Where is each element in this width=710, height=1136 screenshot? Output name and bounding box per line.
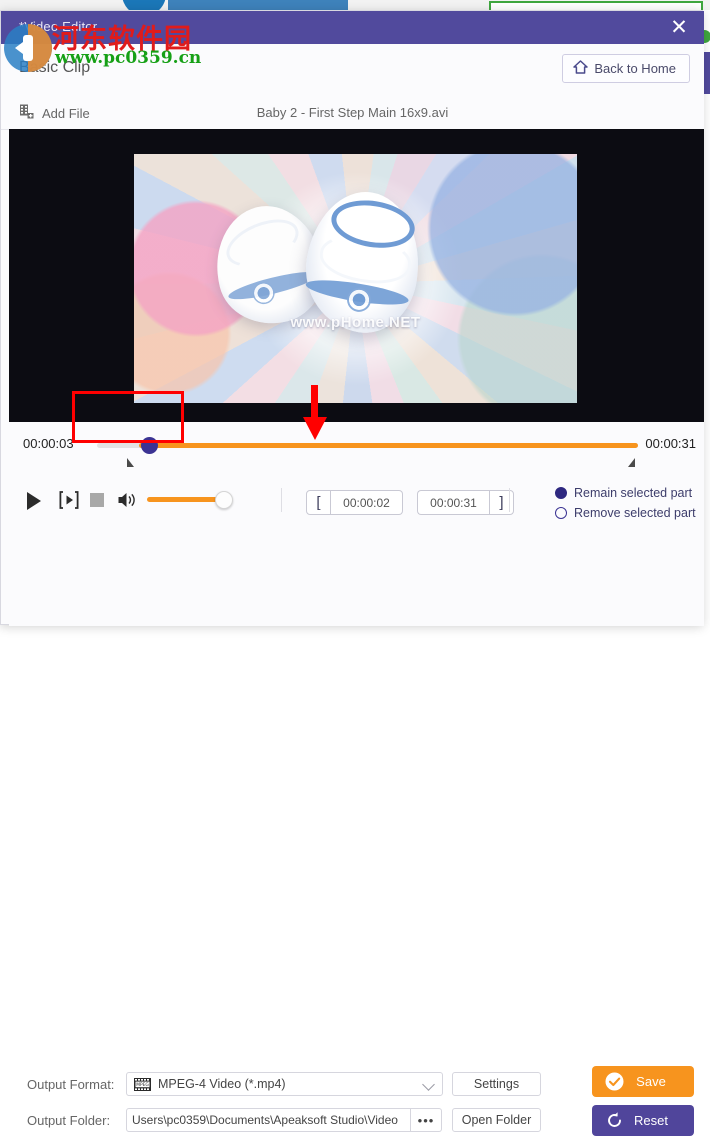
controls-divider-right bbox=[509, 488, 510, 512]
timeline-start-time: 00:00:03 bbox=[23, 436, 74, 451]
video-frame: www.pHome.NET bbox=[134, 154, 577, 403]
check-circle-icon bbox=[605, 1072, 624, 1091]
radio-selected-icon bbox=[555, 487, 567, 499]
svg-text:MPEG: MPEG bbox=[136, 1082, 149, 1088]
video-watermark-text: www.pHome.NET bbox=[290, 314, 421, 331]
file-row: Add File Baby 2 - First Step Main 16x9.a… bbox=[1, 96, 704, 130]
controls-divider-left bbox=[281, 488, 282, 512]
timeline-selected-range bbox=[139, 443, 638, 448]
mpeg-film-icon: MPEG bbox=[134, 1077, 151, 1091]
open-folder-button[interactable]: Open Folder bbox=[452, 1108, 541, 1132]
radio-remain-selected-part[interactable]: Remain selected part bbox=[555, 486, 692, 500]
save-label: Save bbox=[636, 1074, 666, 1089]
close-icon[interactable]: ✕ bbox=[664, 14, 694, 42]
trim-in-time-input[interactable]: 00:00:02 bbox=[331, 490, 403, 515]
home-icon bbox=[573, 60, 589, 77]
window-title: *Video Editor bbox=[19, 19, 98, 34]
output-panel: Output Format: MPEG MPEG-4 Video (*.mp4)… bbox=[9, 532, 704, 1136]
chevron-down-icon bbox=[422, 1078, 435, 1091]
settings-button[interactable]: Settings bbox=[452, 1072, 541, 1096]
trim-end-marker[interactable] bbox=[628, 458, 635, 467]
output-format-value: MPEG-4 Video (*.mp4) bbox=[158, 1077, 286, 1091]
trim-start-marker[interactable] bbox=[127, 458, 134, 467]
trim-out-time-input[interactable]: 00:00:31 bbox=[417, 490, 489, 515]
play-icon[interactable] bbox=[27, 492, 41, 510]
trim-in-group: [ 00:00:02 bbox=[306, 490, 403, 515]
video-preview-stage[interactable]: www.pHome.NET bbox=[9, 129, 704, 422]
timeline-end-time: 00:00:31 bbox=[645, 436, 696, 451]
current-file-name: Baby 2 - First Step Main 16x9.avi bbox=[256, 105, 449, 120]
refresh-icon bbox=[605, 1111, 624, 1130]
output-format-select[interactable]: MPEG MPEG-4 Video (*.mp4) bbox=[126, 1072, 443, 1096]
timeline-bar: 00:00:03 00:00:31 bbox=[9, 422, 704, 475]
output-format-label: Output Format: bbox=[27, 1077, 115, 1092]
background-title-band bbox=[168, 0, 348, 10]
radio-remove-label: Remove selected part bbox=[574, 506, 696, 520]
reset-button[interactable]: Reset bbox=[592, 1105, 694, 1136]
back-to-home-label: Back to Home bbox=[594, 61, 676, 76]
shoe-lace-left bbox=[219, 210, 306, 276]
video-editor-dialog: *Video Editor ✕ Basic Clip Back to Home bbox=[0, 10, 704, 1136]
preview-clip-icon[interactable] bbox=[58, 490, 80, 510]
stop-icon[interactable] bbox=[90, 493, 104, 507]
radio-remove-selected-part[interactable]: Remove selected part bbox=[555, 506, 696, 520]
reset-label: Reset bbox=[634, 1113, 668, 1128]
save-button[interactable]: Save bbox=[592, 1066, 694, 1097]
back-to-home-button[interactable]: Back to Home bbox=[562, 54, 690, 83]
page-title: Basic Clip bbox=[19, 59, 91, 76]
volume-slider-handle[interactable] bbox=[215, 491, 233, 509]
radio-unselected-icon bbox=[555, 507, 567, 519]
output-folder-input[interactable]: Users\pc0359\Documents\Apeaksoft Studio\… bbox=[126, 1108, 411, 1132]
background-bottom-strip bbox=[0, 625, 710, 632]
sub-header: Basic Clip Back to Home bbox=[1, 44, 704, 97]
timeline-slider-track[interactable] bbox=[97, 437, 638, 454]
volume-icon[interactable] bbox=[117, 490, 139, 510]
browse-folder-button[interactable]: ••• bbox=[411, 1108, 442, 1132]
timeline-playhead-handle[interactable] bbox=[141, 437, 158, 454]
trim-out-bracket-icon[interactable]: ] bbox=[489, 490, 514, 515]
title-bar: *Video Editor ✕ bbox=[1, 11, 704, 44]
radio-remain-label: Remain selected part bbox=[574, 486, 693, 500]
output-folder-label: Output Folder: bbox=[27, 1113, 111, 1128]
trim-out-group: 00:00:31 ] bbox=[417, 490, 514, 515]
trim-in-bracket-icon[interactable]: [ bbox=[306, 490, 331, 515]
playback-controls-bar: [ 00:00:02 00:00:31 ] Remain selected pa… bbox=[9, 474, 704, 533]
